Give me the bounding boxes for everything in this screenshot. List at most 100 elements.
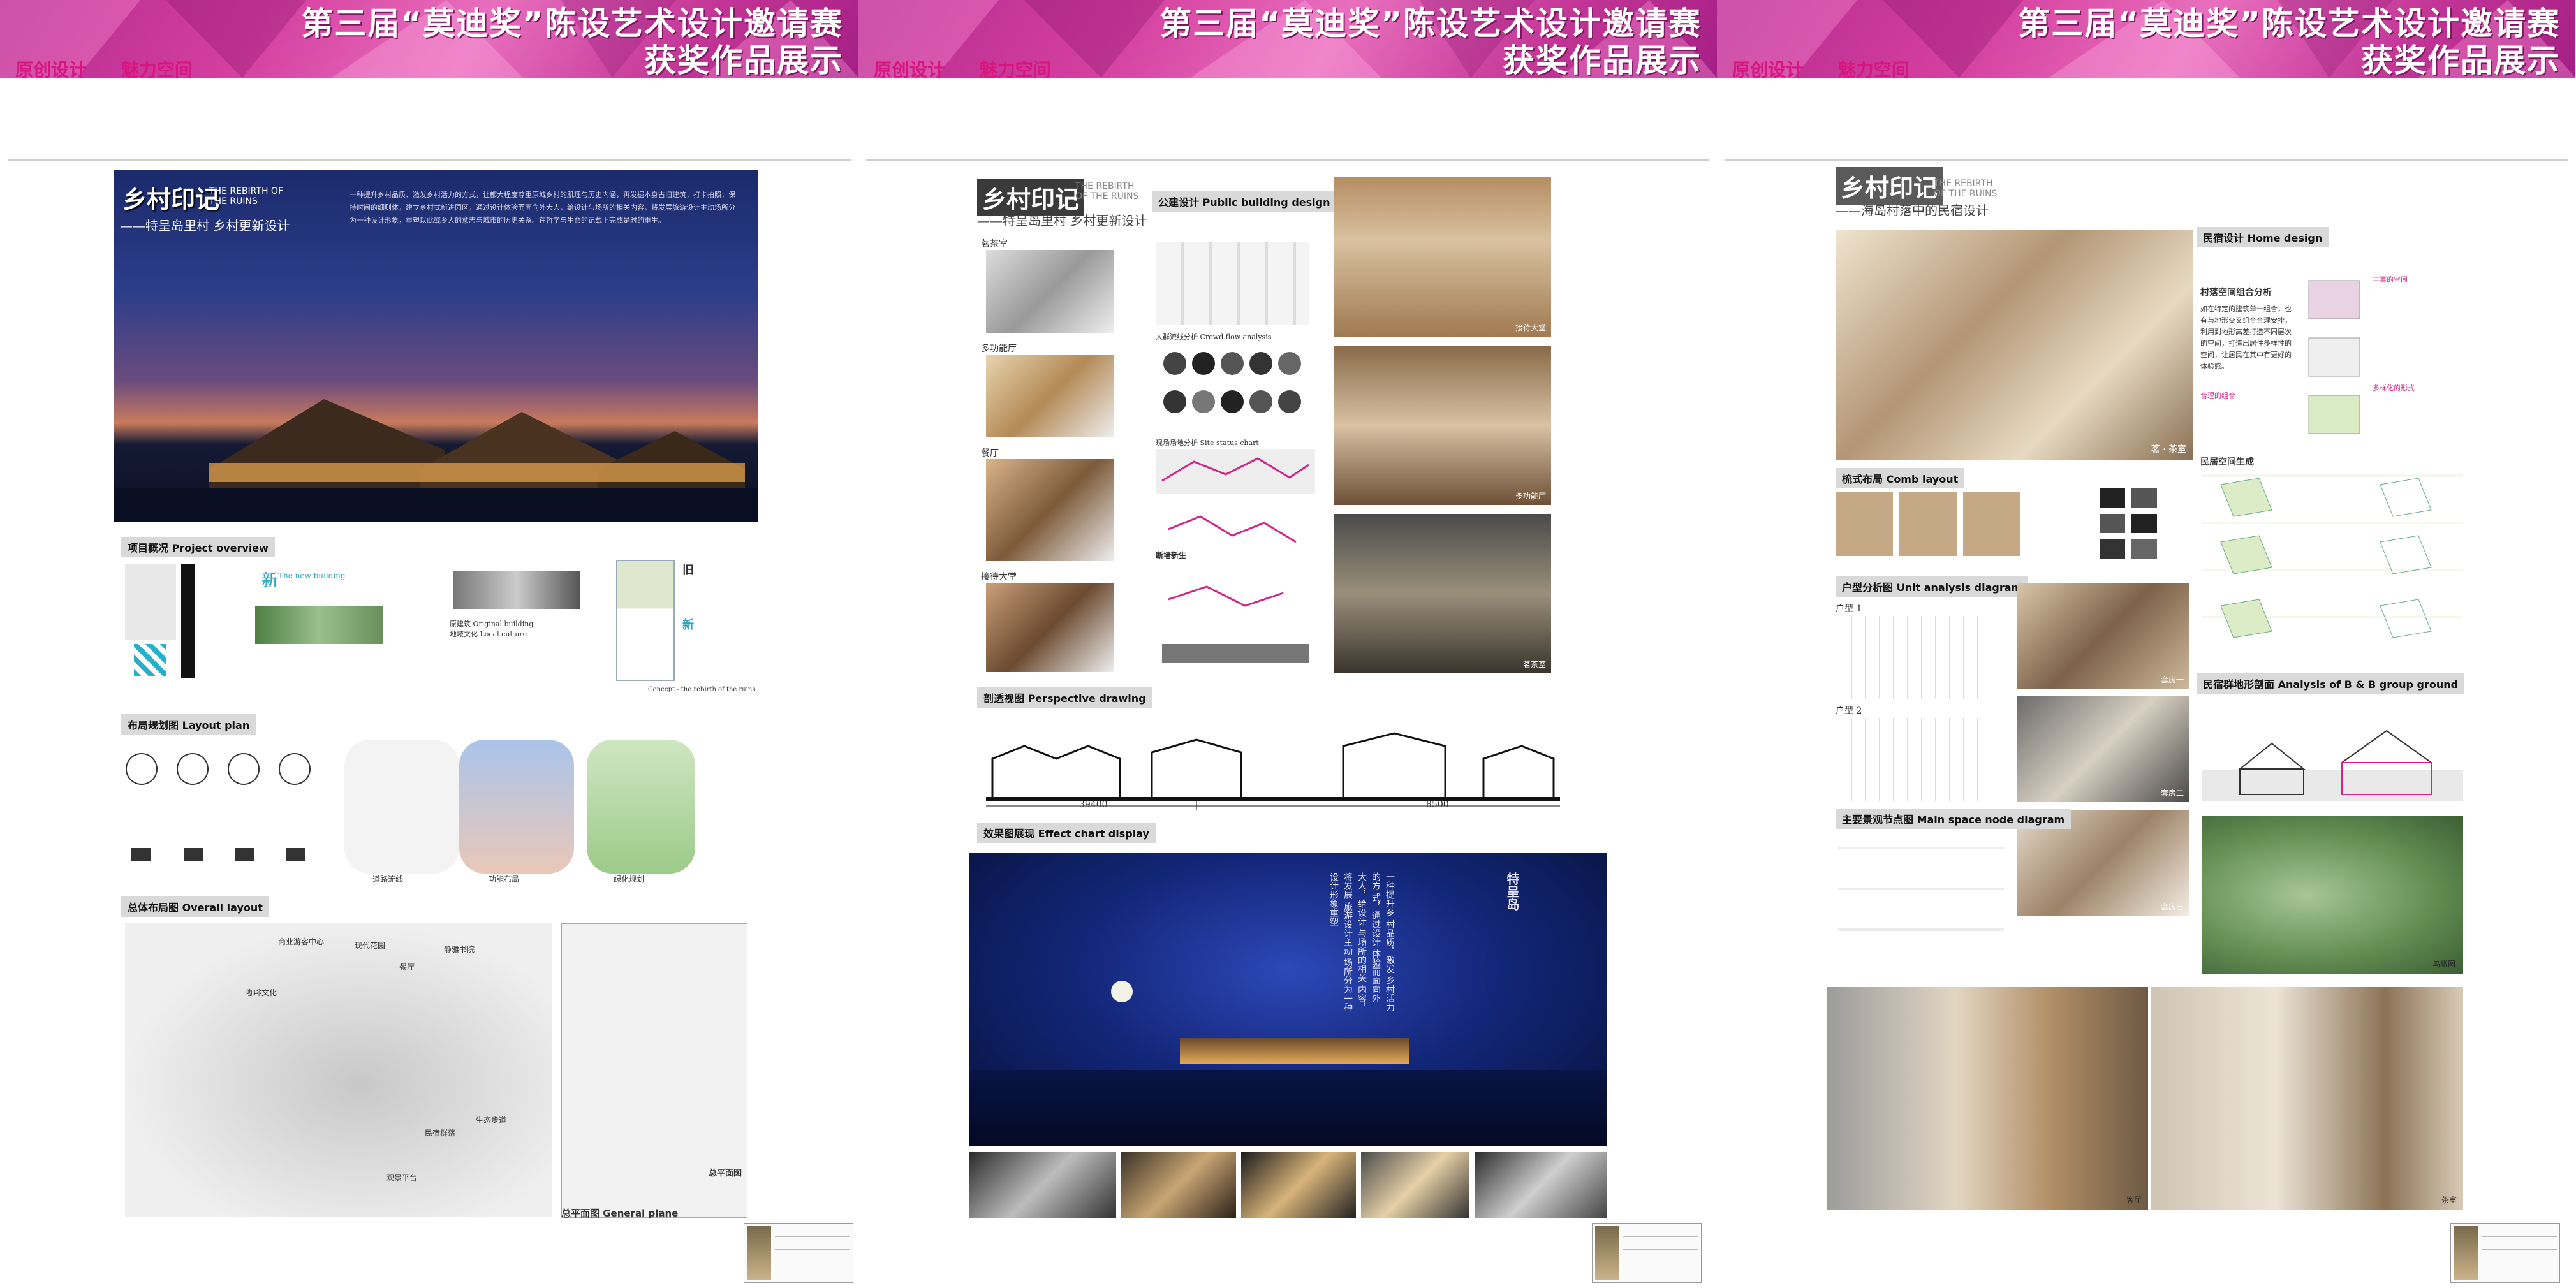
hero-night-render: 乡村印记 THE REBIRTH OF THE RUINS ——特呈岛里村 乡村… xyxy=(114,170,758,522)
banner-title-line2: 获奖作品展示 xyxy=(644,42,843,78)
nav-original-design[interactable]: 原创设计 xyxy=(15,59,87,78)
general-plan: 总平面图 xyxy=(561,923,747,1218)
nav-charm-space[interactable]: 魅力空间 xyxy=(1838,59,1910,78)
layout-label-green: 绿化规划 xyxy=(614,875,645,884)
section-project-overview: 项目概况 Project overview xyxy=(121,537,275,557)
overview-old-label: 旧 xyxy=(682,564,694,577)
group-section-shapes xyxy=(2238,729,2434,795)
photo-aerial: 鸟瞰图 xyxy=(2202,816,2463,974)
moon xyxy=(1111,981,1133,1002)
village-analysis-text: 如在特定的建筑单一组合，也有与地形交叉组合合理安排，利用到地形高差打造不同层次的… xyxy=(2200,305,2292,370)
group-section-drawing xyxy=(2202,699,2463,801)
general-plan-label: 总平面图 xyxy=(709,1169,742,1178)
pink-note-1: 合理的组合 xyxy=(2200,392,2235,400)
house-space-shapes xyxy=(2220,478,2432,638)
thumb-3 xyxy=(1241,1152,1356,1218)
rebirth-lines xyxy=(1162,515,1309,663)
poster1-stamp xyxy=(744,1223,853,1283)
overall-label-2: 静雅书院 xyxy=(444,945,475,954)
thumb-5 xyxy=(1475,1152,1607,1218)
overall-label-1: 现代花园 xyxy=(355,941,386,950)
photo-teahouse: 茗 · 茶室 xyxy=(1836,230,2193,460)
overview-local-culture: 地域文化 Local culture xyxy=(450,630,527,638)
banner-title-line2: 获奖作品展示 xyxy=(2361,42,2560,78)
photo-tea: 茗茶室 xyxy=(1334,514,1551,673)
panel-3: 第三届“莫迪奖”陈设艺术设计邀请赛 获奖作品展示 原创设计 魅力空间 乡村印记 … xyxy=(1717,0,2575,1288)
room-tea-model xyxy=(986,250,1114,333)
poster1-subtitle: ——特呈岛里村 乡村更新设计 xyxy=(120,218,290,233)
thumb-1 xyxy=(969,1152,1116,1218)
banner-nav: 原创设计 魅力空间 xyxy=(15,56,221,78)
overview-original-label: 原建筑 Original building xyxy=(450,620,534,628)
overview-old-photos xyxy=(453,571,580,609)
photo-lobby: 接待大堂 xyxy=(1334,177,1551,337)
poster2-eng-title: THE REBIRTH OF THE RUINS xyxy=(1075,181,1139,201)
village-diagrams xyxy=(2302,274,2366,440)
village-analysis-title: 村落空间组合分析 xyxy=(2200,288,2272,298)
perspective-section xyxy=(986,732,1560,810)
village-diagram-shapes xyxy=(2308,280,2360,434)
overall-axonometric: 商业游客中心 现代花园 静雅书院 餐厅 咖啡文化 民宿群落 生态步道 观景平台 xyxy=(125,923,552,1217)
house-space-diagrams xyxy=(2202,472,2463,663)
photo-multi: 多功能厅 xyxy=(1334,346,1551,505)
unit-plan-1 xyxy=(1838,616,1991,699)
comb-plan-blocks xyxy=(2100,488,2157,559)
photo-multi-caption: 多功能厅 xyxy=(1515,492,1546,501)
room-lobby-model xyxy=(986,583,1114,672)
photo-suite-2-caption: 套房二 xyxy=(2160,789,2184,798)
photo-aerial-caption: 鸟瞰图 xyxy=(2432,960,2455,969)
overview-new-eng: The new building xyxy=(278,571,346,580)
photo-suite-1: 套房一 xyxy=(2017,583,2189,689)
poster2-stamp xyxy=(1592,1223,1702,1283)
section-group-ground: 民宿群地形剖面 Analysis of B & B group ground xyxy=(2197,673,2465,694)
crowd-flow-label: 人群流线分析 Crowd flow analysis xyxy=(1156,333,1272,341)
overall-label-0: 商业游客中心 xyxy=(278,937,325,946)
photo-suite-3-caption: 套房三 xyxy=(2160,902,2184,911)
nav-original-design[interactable]: 原创设计 xyxy=(874,59,945,78)
room-multi-model xyxy=(986,355,1114,437)
banner-title-line2: 获奖作品展示 xyxy=(1503,42,1702,78)
room-lobby: 接待大堂 xyxy=(981,572,1017,582)
effect-night-render: 特呈岛 一种提升乡 村品质，激发 乡村活力的方 式，通过设计 体验而面向外 大人… xyxy=(969,853,1607,1146)
site-diagram xyxy=(1156,449,1315,494)
overall-label-5: 民宿群落 xyxy=(425,1129,456,1138)
section-layout-plan: 布局规划图 Layout plan xyxy=(121,714,256,735)
banner-title: 第三届“莫迪奖”陈设艺术设计邀请赛 获奖作品展示 xyxy=(301,5,843,78)
photo-tea-room-caption: 茶室 xyxy=(2441,1196,2457,1204)
banner-2: 第三届“莫迪奖”陈设艺术设计邀请赛 获奖作品展示 原创设计 魅力空间 xyxy=(858,0,1717,78)
nav-charm-space[interactable]: 魅力空间 xyxy=(121,59,193,78)
vertical-title: 特呈岛 xyxy=(1505,872,1520,911)
overview-concept-card xyxy=(616,560,675,681)
poster3-badge: 乡村印记 xyxy=(1836,167,1943,205)
dimension-2: 8500 xyxy=(1426,800,1449,810)
nav-original-design[interactable]: 原创设计 xyxy=(1732,59,1804,78)
comb-elevations xyxy=(1836,492,2027,556)
banner-nav-3: 原创设计 魅力空间 xyxy=(1732,56,1938,78)
unit-type-2: 户型 2 xyxy=(1836,706,1862,716)
photo-lobby-caption: 接待大堂 xyxy=(1515,323,1546,332)
section-public-building: 公建设计 Public building design xyxy=(1152,191,1337,212)
overview-map xyxy=(125,564,176,640)
public-diagrams xyxy=(1156,242,1309,325)
building-glow xyxy=(1180,1038,1409,1064)
house-space-title: 民居空间生成 xyxy=(2200,457,2254,467)
thumb-4 xyxy=(1361,1152,1469,1218)
poster3-subtitle: ——海岛村落中的民宿设计 xyxy=(1836,203,1989,218)
photo-tea-room: 茶室 xyxy=(2151,987,2463,1210)
nav-charm-space[interactable]: 魅力空间 xyxy=(980,59,1051,78)
overview-rebirth-caption: Concept - the rebirth of the ruins xyxy=(648,686,756,693)
overall-label-6: 生态步道 xyxy=(476,1116,507,1125)
poster3-eng-title: THE REBIRTH OF THE RUINS xyxy=(1934,179,1998,199)
section-general-plane: 总平面图 General plane xyxy=(561,1208,679,1219)
banner: 第三届“莫迪奖”陈设艺术设计邀请赛 获奖作品展示 原创设计 魅力空间 xyxy=(0,0,858,78)
poster1-eng-title: THE REBIRTH OF THE RUINS xyxy=(209,186,283,207)
thumb-2 xyxy=(1121,1152,1236,1218)
layout-green xyxy=(587,740,695,874)
photo-living-room-caption: 客厅 xyxy=(2126,1196,2142,1204)
pink-note-3: 多样化的形式 xyxy=(2373,384,2415,392)
divider-2 xyxy=(866,159,1709,161)
section-comb-layout: 梳式布局 Comb layout xyxy=(1836,468,1965,488)
water-reflection xyxy=(969,1070,1607,1146)
photo-teahouse-caption: 茗 · 茶室 xyxy=(2151,444,2186,455)
banner-title-line1: 第三届“莫迪奖”陈设艺术设计邀请赛 xyxy=(1159,5,1702,42)
